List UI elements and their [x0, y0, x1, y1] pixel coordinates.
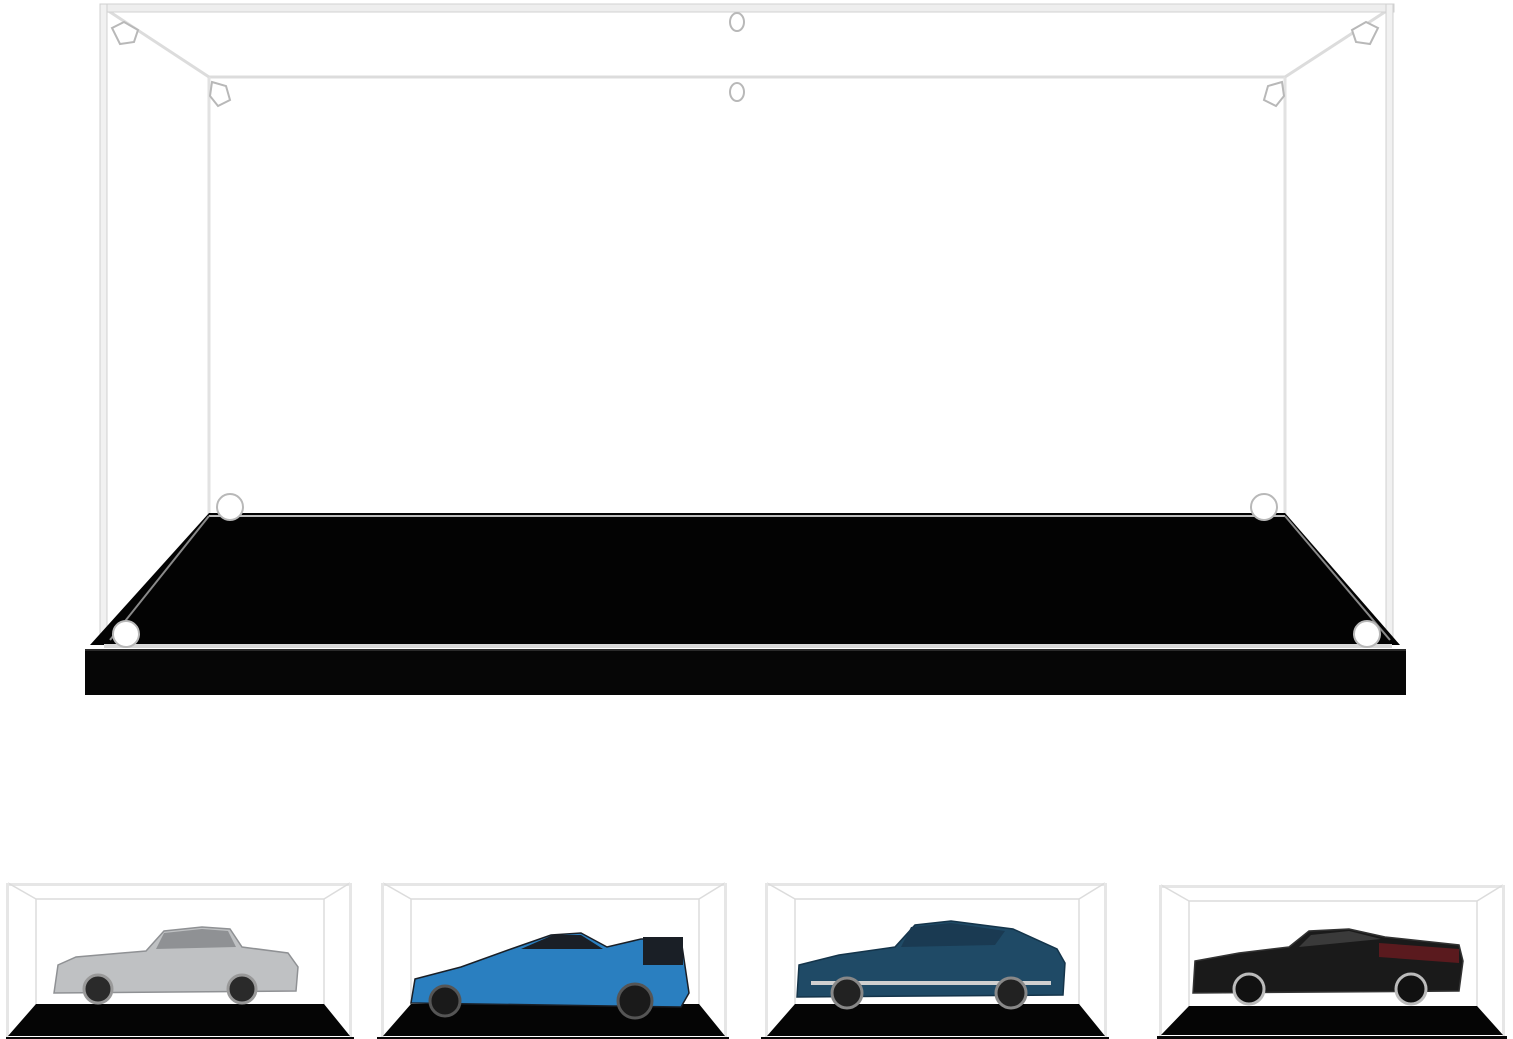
case-front-left-edge: [99, 3, 108, 645]
display-case-scene: [6, 3, 1507, 1039]
thumbnail-silver-classic-coupe: [6, 882, 354, 1039]
car-blue-race-car-icon: [410, 932, 690, 1020]
case-front-right-edge: [1385, 3, 1394, 645]
car-navy-fastback-icon: [796, 920, 1066, 1010]
car-silver-classic-coupe-icon: [53, 926, 299, 1005]
case-front-top-edge: [99, 3, 1395, 13]
base-connector-front-left-icon: [112, 620, 140, 648]
base-connector-back-left-icon: [216, 493, 244, 521]
corner-bracket-back-right-icon: [1262, 80, 1286, 108]
base-connector-front-right-icon: [1353, 620, 1381, 648]
case-top-right-diagonal: [1284, 6, 1392, 79]
base-connector-back-right-icon: [1250, 493, 1278, 521]
main-display-case: [85, 3, 1406, 695]
corner-bracket-back-left-icon: [208, 80, 232, 108]
corner-bracket-top-right-icon: [1350, 20, 1380, 46]
case-base-top: [90, 513, 1400, 645]
case-base-front: [85, 649, 1406, 695]
top-hook-front-icon: [729, 12, 745, 32]
thumbnail-black-muscle-car: [1157, 884, 1507, 1039]
corner-bracket-top-left-icon: [110, 20, 140, 46]
thumbnail-blue-race-car: [377, 882, 729, 1039]
thumbnail-navy-fastback: [761, 882, 1109, 1039]
top-hook-back-icon: [729, 82, 745, 102]
car-black-muscle-car-icon: [1192, 928, 1464, 1006]
